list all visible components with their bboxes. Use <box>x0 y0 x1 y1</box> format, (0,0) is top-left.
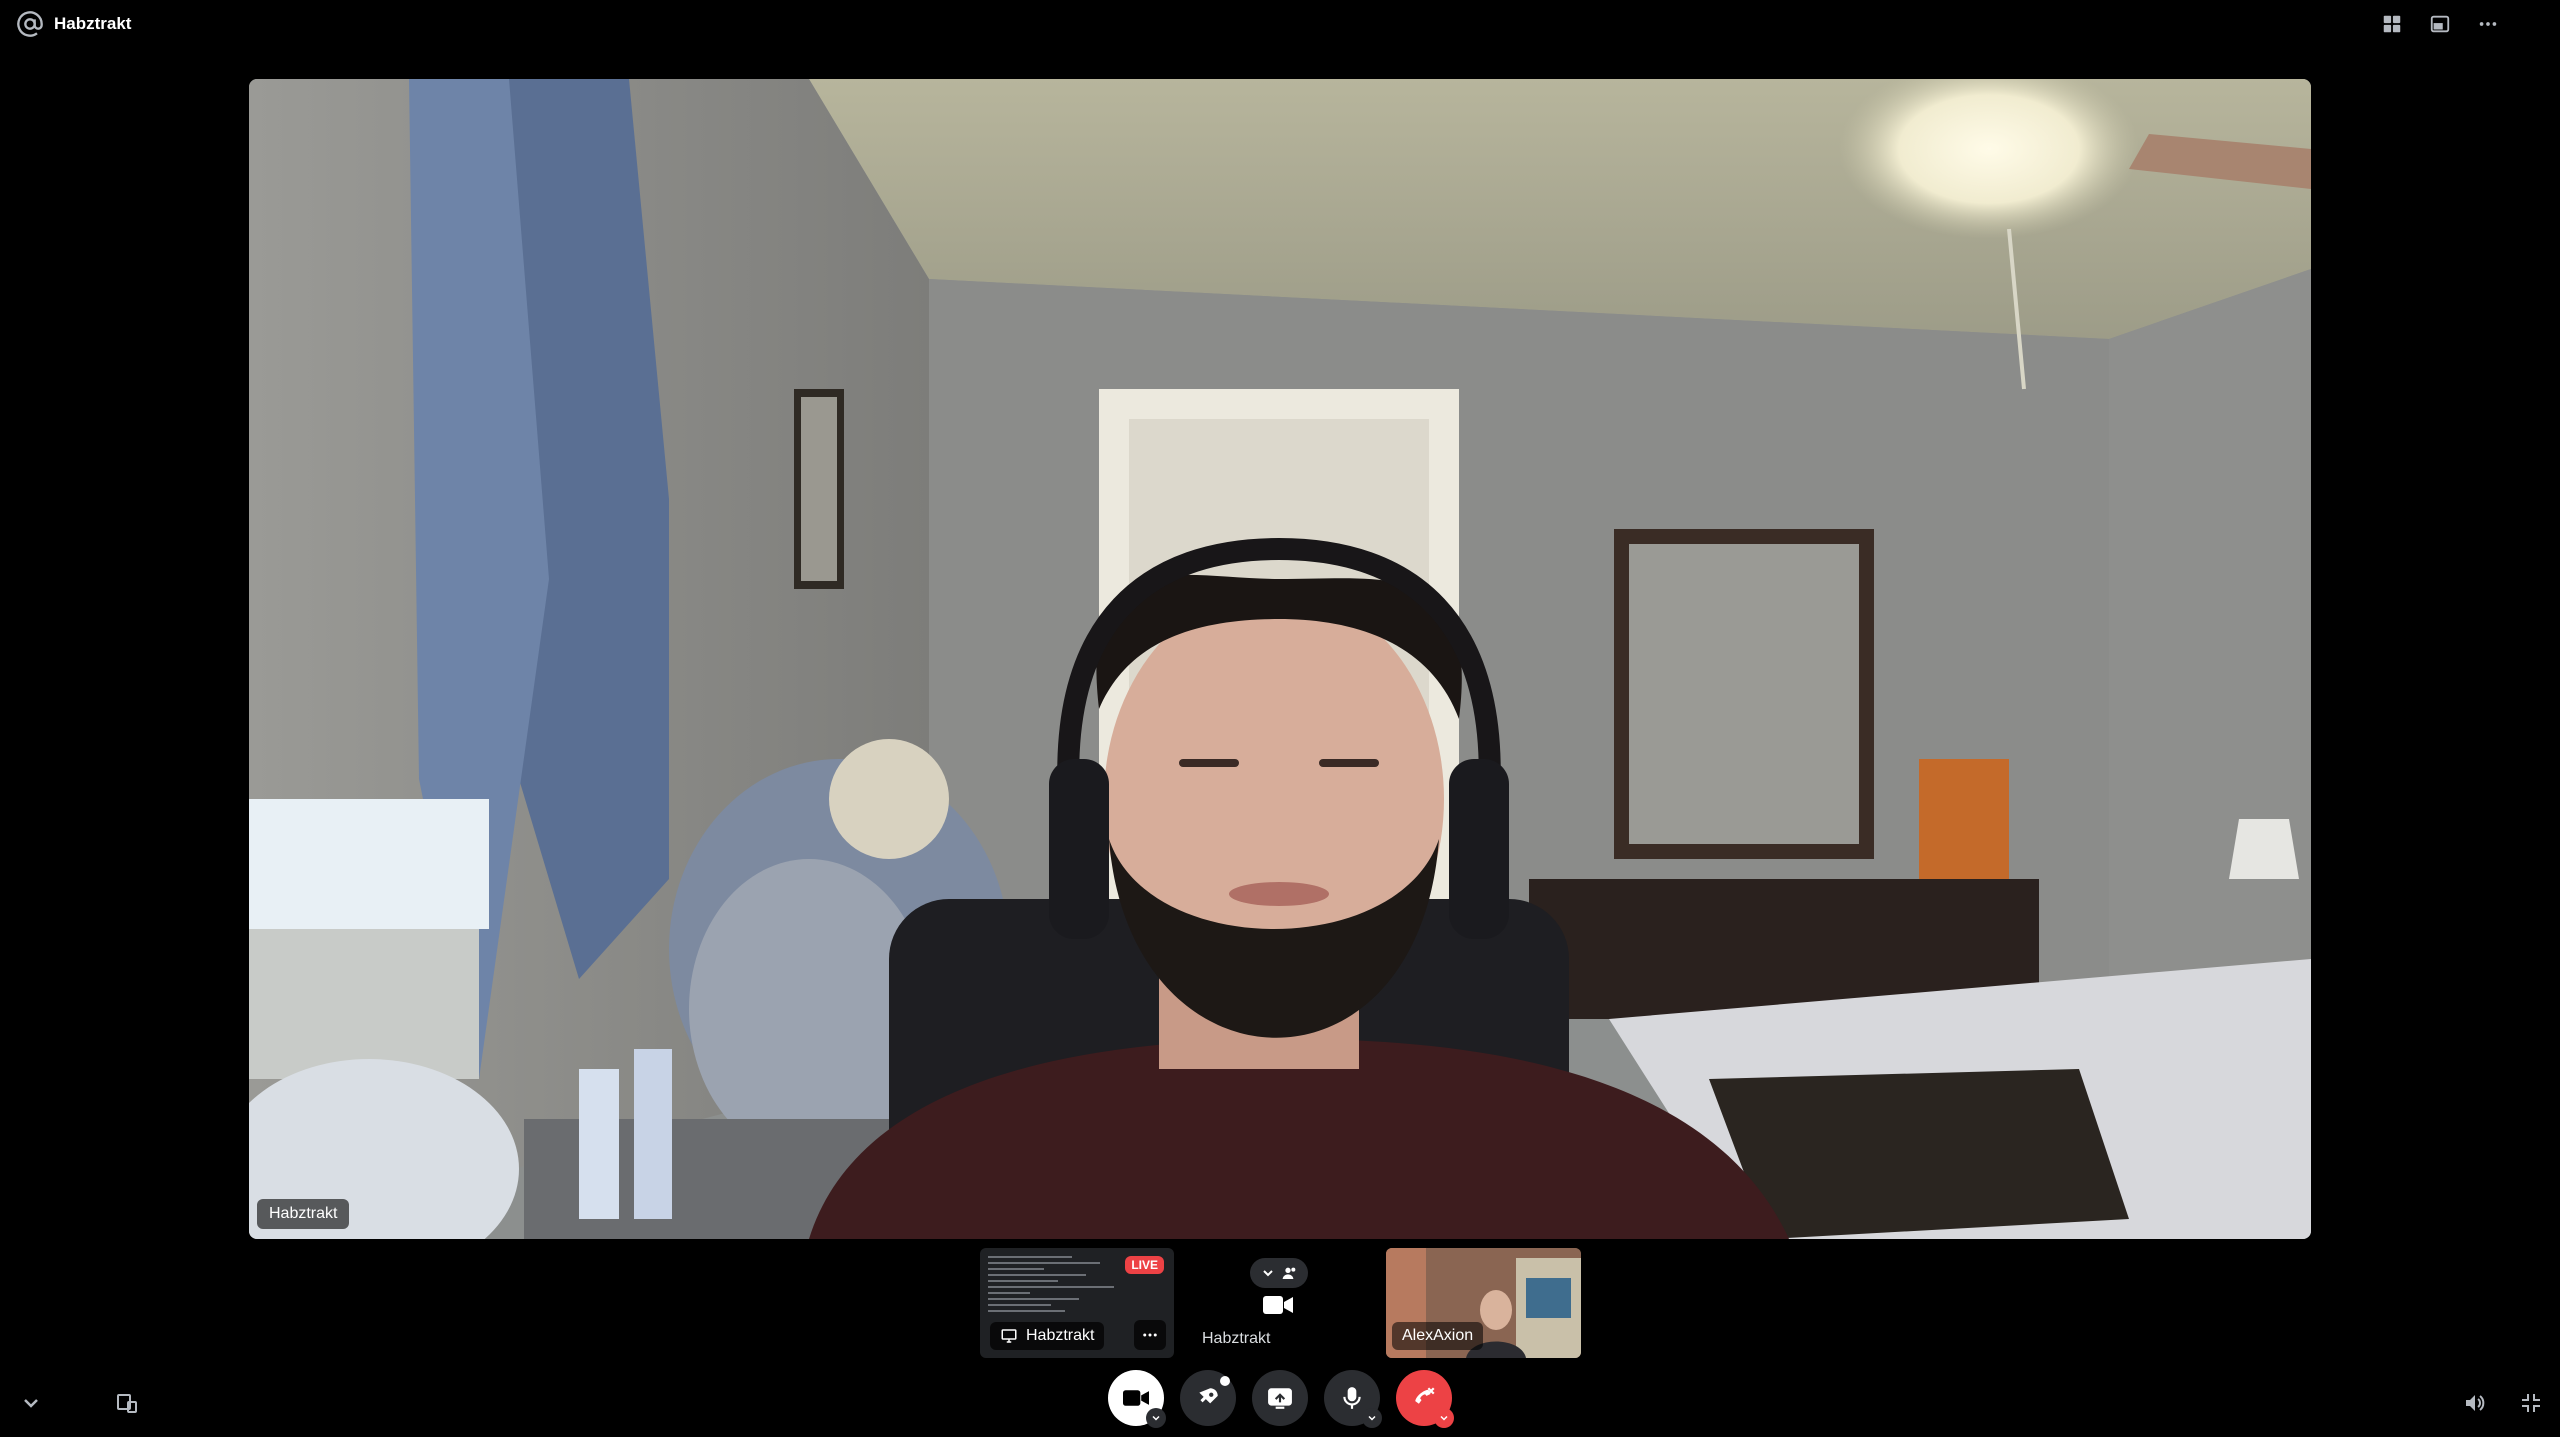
participant-tiles: LIVE Habztrakt Habztrakt AlexAxion <box>980 1248 1581 1360</box>
more-options-icon <box>2479 22 2497 26</box>
select-device-button[interactable] <box>112 1388 142 1418</box>
audio-options-button[interactable] <box>1362 1408 1382 1428</box>
more-options-icon <box>1143 1333 1157 1337</box>
call-title-text: Habztrakt <box>54 14 132 33</box>
activities-button[interactable] <box>1180 1370 1236 1426</box>
main-video-feed[interactable]: Habztrakt <box>249 79 2311 1239</box>
popout-window-icon <box>2430 15 2450 33</box>
screen-share-more-button[interactable] <box>1134 1320 1166 1350</box>
webcam-video-frame <box>249 79 2311 1239</box>
bottom-right-actions <box>2460 1388 2546 1418</box>
exit-fullscreen-button[interactable] <box>2516 1388 2546 1418</box>
at-sign-icon <box>17 11 43 37</box>
chevron-down-icon <box>1440 1415 1448 1421</box>
bottom-left-actions <box>16 1388 142 1418</box>
chevron-down-icon <box>1368 1415 1376 1421</box>
popout-window-button[interactable] <box>2424 10 2456 38</box>
self-video-tile[interactable]: Habztrakt <box>1180 1248 1370 1358</box>
video-camera-icon <box>1123 1390 1149 1406</box>
share-screen-button[interactable] <box>1252 1370 1308 1426</box>
disconnect-options-button[interactable] <box>1434 1408 1454 1428</box>
self-video-name: Habztrakt <box>1202 1330 1271 1347</box>
top-actions <box>2376 10 2504 38</box>
disconnect-button[interactable] <box>1396 1370 1454 1428</box>
camera-options-button[interactable] <box>1146 1408 1166 1428</box>
exit-fullscreen-icon <box>2522 1394 2540 1412</box>
volume-button[interactable] <box>2460 1388 2490 1418</box>
video-camera-icon <box>1263 1296 1293 1314</box>
notification-dot <box>1220 1376 1230 1386</box>
grid-layout-button[interactable] <box>2376 10 2408 38</box>
screen-share-name: Habztrakt <box>1026 1327 1095 1344</box>
users-icon <box>1282 1267 1296 1279</box>
participant-video-name: AlexAxion <box>1392 1322 1484 1350</box>
screen-share-icon <box>1268 1388 1292 1409</box>
call-header: Habztrakt <box>0 0 2560 48</box>
more-options-button[interactable] <box>2472 10 2504 38</box>
live-badge: LIVE <box>1125 1256 1164 1274</box>
main-video-name-tag: Habztrakt <box>257 1199 350 1229</box>
phone-hangup-icon <box>1415 1387 1435 1404</box>
monitor-icon <box>1001 1329 1017 1343</box>
speaker-icon <box>2466 1395 2485 1411</box>
mute-button[interactable] <box>1324 1370 1382 1428</box>
call-title: Habztrakt <box>16 10 131 38</box>
call-controls-bar <box>0 1370 2560 1437</box>
participants-toggle-button[interactable] <box>1250 1258 1308 1288</box>
microphone-icon <box>1343 1387 1361 1409</box>
chevron-down-icon <box>1263 1270 1273 1277</box>
devices-icon <box>117 1394 137 1413</box>
grid-layout-icon <box>2383 15 2401 33</box>
screen-share-label: Habztrakt <box>990 1322 1105 1350</box>
screen-share-tile[interactable]: LIVE Habztrakt <box>980 1248 1174 1358</box>
chevron-down-icon <box>24 1399 38 1408</box>
rocket-icon <box>1199 1388 1218 1404</box>
camera-button[interactable] <box>1108 1370 1166 1428</box>
chevron-down-icon <box>1152 1415 1160 1421</box>
collapse-call-button[interactable] <box>16 1388 46 1418</box>
call-control-buttons <box>1108 1370 1454 1428</box>
participant-video-tile[interactable]: AlexAxion <box>1386 1248 1581 1358</box>
screen-share-preview <box>988 1256 1128 1316</box>
